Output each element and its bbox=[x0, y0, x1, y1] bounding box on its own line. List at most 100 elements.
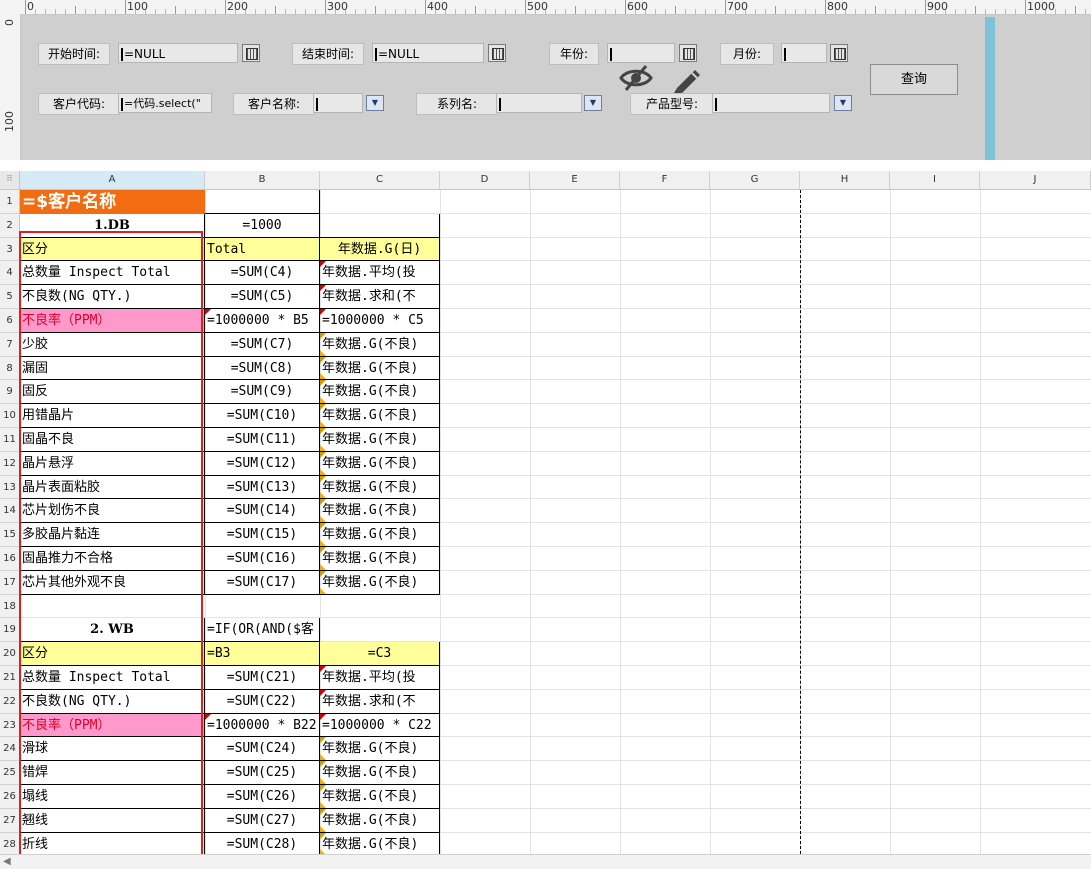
cell-a16[interactable]: 固晶推力不合格 bbox=[20, 547, 205, 571]
cell-c8[interactable]: 年数据.G(不良) bbox=[320, 357, 440, 380]
cell-b16[interactable]: =SUM(C16) bbox=[205, 547, 320, 571]
cell-c26[interactable]: 年数据.G(不良) bbox=[320, 785, 440, 809]
column-header-A[interactable]: A bbox=[20, 171, 205, 189]
row-header[interactable]: 1 bbox=[0, 190, 20, 214]
row-header[interactable]: 12 bbox=[0, 452, 20, 476]
row-header[interactable]: 18 bbox=[0, 595, 20, 618]
row-header[interactable]: 9 bbox=[0, 380, 20, 404]
cell-c23[interactable]: =1000000 * C22 bbox=[320, 714, 440, 737]
cell-a27[interactable]: 翘线 bbox=[20, 809, 205, 833]
column-header-E[interactable]: E bbox=[530, 171, 620, 189]
cell-c7[interactable]: 年数据.G(不良) bbox=[320, 333, 440, 357]
cell-b3[interactable]: Total bbox=[205, 238, 320, 261]
cell-b5[interactable]: =SUM(C5) bbox=[205, 285, 320, 309]
cell-b18[interactable] bbox=[205, 595, 320, 618]
cell-a15[interactable]: 多胶晶片黏连 bbox=[20, 523, 205, 547]
cell-a2[interactable]: 1.DB bbox=[20, 214, 205, 238]
cell-a6[interactable]: 不良率（PPM） bbox=[20, 309, 205, 333]
series-dropdown-icon[interactable]: ▼ bbox=[584, 95, 602, 111]
cell-a13[interactable]: 晶片表面粘胶 bbox=[20, 476, 205, 499]
row-header[interactable]: 6 bbox=[0, 309, 20, 333]
cell-b1[interactable] bbox=[205, 190, 320, 214]
cell-a20[interactable]: 区分 bbox=[20, 642, 205, 666]
cell-c18[interactable] bbox=[320, 595, 440, 618]
column-header-G[interactable]: G bbox=[710, 171, 800, 189]
cell-c15[interactable]: 年数据.G(不良) bbox=[320, 523, 440, 547]
cell-b24[interactable]: =SUM(C24) bbox=[205, 737, 320, 761]
cell-b7[interactable]: =SUM(C7) bbox=[205, 333, 320, 357]
row-header[interactable]: 21 bbox=[0, 666, 20, 690]
cell-a28[interactable]: 折线 bbox=[20, 833, 205, 854]
cell-c22[interactable]: 年数据.求和(不 bbox=[320, 690, 440, 714]
report-grid[interactable]: ⁝⁝ ABCDEFGHIJ 1 =$客户名称 2 1.DB =1000 3 区分 Total 年… bbox=[0, 171, 1091, 854]
cell-b23[interactable]: =1000000 * B22 bbox=[205, 714, 320, 737]
column-header-C[interactable]: C bbox=[320, 171, 440, 189]
cell-c2[interactable] bbox=[320, 214, 440, 238]
cell-c9[interactable]: 年数据.G(不良) bbox=[320, 380, 440, 404]
series-input[interactable] bbox=[496, 93, 582, 113]
month-picker-icon[interactable] bbox=[830, 44, 848, 62]
cell-a24[interactable]: 滑球 bbox=[20, 737, 205, 761]
row-header[interactable]: 27 bbox=[0, 809, 20, 833]
cell-a18[interactable] bbox=[20, 595, 205, 618]
cell-c24[interactable]: 年数据.G(不良) bbox=[320, 737, 440, 761]
cell-a10[interactable]: 用错晶片 bbox=[20, 404, 205, 428]
cell-a17[interactable]: 芯片其他外观不良 bbox=[20, 571, 205, 595]
row-header[interactable]: 11 bbox=[0, 428, 20, 452]
row-header[interactable]: 15 bbox=[0, 523, 20, 547]
scroll-left-icon[interactable]: ◀ bbox=[3, 856, 11, 867]
cell-c27[interactable]: 年数据.G(不良) bbox=[320, 809, 440, 833]
cell-a14[interactable]: 芯片划伤不良 bbox=[20, 499, 205, 523]
row-header[interactable]: 25 bbox=[0, 761, 20, 785]
query-button[interactable]: 查询 bbox=[870, 64, 958, 95]
row-header[interactable]: 24 bbox=[0, 737, 20, 761]
row-header[interactable]: 22 bbox=[0, 690, 20, 714]
cell-b20[interactable]: =B3 bbox=[205, 642, 320, 666]
cell-b13[interactable]: =SUM(C13) bbox=[205, 476, 320, 499]
cell-b22[interactable]: =SUM(C22) bbox=[205, 690, 320, 714]
cell-c19[interactable] bbox=[320, 618, 440, 642]
cell-c12[interactable]: 年数据.G(不良) bbox=[320, 452, 440, 476]
cell-c6[interactable]: =1000000 * C5 bbox=[320, 309, 440, 333]
select-all-corner[interactable]: ⁝⁝ bbox=[0, 171, 20, 189]
row-header[interactable]: 10 bbox=[0, 404, 20, 428]
cell-a7[interactable]: 少胶 bbox=[20, 333, 205, 357]
cell-a19[interactable]: 2. WB bbox=[20, 618, 205, 642]
cell-c20[interactable]: =C3 bbox=[320, 642, 440, 666]
column-header-H[interactable]: H bbox=[800, 171, 890, 189]
model-input[interactable] bbox=[712, 93, 830, 113]
customer-code-input[interactable]: =代码.select(" bbox=[118, 93, 212, 113]
cell-b9[interactable]: =SUM(C9) bbox=[205, 380, 320, 404]
cell-b12[interactable]: =SUM(C12) bbox=[205, 452, 320, 476]
cell-c10[interactable]: 年数据.G(不良) bbox=[320, 404, 440, 428]
row-header[interactable]: 8 bbox=[0, 357, 20, 380]
cell-c21[interactable]: 年数据.平均(投 bbox=[320, 666, 440, 690]
cell-b11[interactable]: =SUM(C11) bbox=[205, 428, 320, 452]
column-header-B[interactable]: B bbox=[205, 171, 320, 189]
row-header[interactable]: 14 bbox=[0, 499, 20, 523]
cell-c14[interactable]: 年数据.G(不良) bbox=[320, 499, 440, 523]
cell-c4[interactable]: 年数据.平均(投 bbox=[320, 261, 440, 285]
cell-c17[interactable]: 年数据.G(不良) bbox=[320, 571, 440, 595]
cell-a11[interactable]: 固晶不良 bbox=[20, 428, 205, 452]
pencil-icon[interactable] bbox=[671, 64, 705, 94]
row-header[interactable]: 5 bbox=[0, 285, 20, 309]
row-header[interactable]: 28 bbox=[0, 833, 20, 854]
start-calendar-icon[interactable] bbox=[242, 44, 260, 62]
row-header[interactable]: 2 bbox=[0, 214, 20, 238]
cell-b2[interactable]: =1000 bbox=[205, 214, 320, 238]
horizontal-scrollbar[interactable]: ◀ bbox=[0, 854, 1091, 869]
row-header[interactable]: 3 bbox=[0, 238, 20, 261]
cell-b19[interactable]: =IF(OR(AND($客 bbox=[205, 618, 320, 642]
row-header[interactable]: 23 bbox=[0, 714, 20, 737]
cell-a26[interactable]: 塌线 bbox=[20, 785, 205, 809]
hidden-eye-icon[interactable] bbox=[619, 64, 653, 92]
cell-b28[interactable]: =SUM(C28) bbox=[205, 833, 320, 854]
cell-b15[interactable]: =SUM(C15) bbox=[205, 523, 320, 547]
cell-c25[interactable]: 年数据.G(不良) bbox=[320, 761, 440, 785]
row-header[interactable]: 16 bbox=[0, 547, 20, 571]
row-header[interactable]: 13 bbox=[0, 476, 20, 499]
cell-b25[interactable]: =SUM(C25) bbox=[205, 761, 320, 785]
cell-a1[interactable]: =$客户名称 bbox=[20, 190, 205, 214]
cell-b6[interactable]: =1000000 * B5 bbox=[205, 309, 320, 333]
